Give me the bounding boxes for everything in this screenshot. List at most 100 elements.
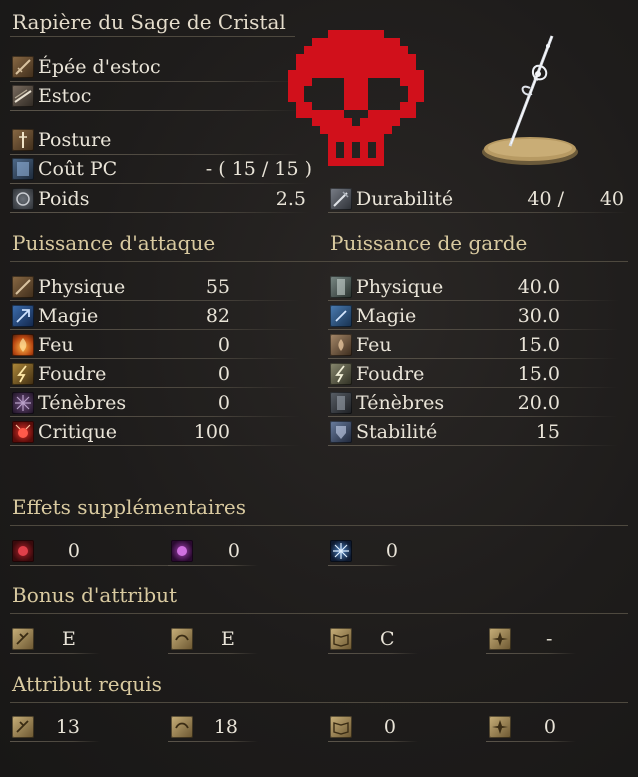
weight-value: 2.5: [275, 188, 306, 210]
dark-attack-icon: [12, 392, 34, 414]
faith-icon: [489, 628, 511, 650]
requirement-value-strength: 13: [55, 716, 80, 738]
title-divider: [10, 36, 295, 37]
row-divider: [10, 416, 300, 417]
lightning-attack-icon: [12, 363, 34, 385]
guard-value-dark: 20.0: [517, 392, 560, 414]
guard-label-lightning: Foudre: [356, 363, 425, 385]
row-divider: [486, 741, 576, 742]
row-divider: [10, 329, 300, 330]
effect-value-frost: 0: [385, 540, 398, 562]
row-divider: [328, 212, 628, 213]
bonus-value-faith: -: [546, 628, 553, 650]
row-divider: [328, 653, 418, 654]
guard-value-lightning: 15.0: [517, 363, 560, 385]
row-divider: [10, 154, 300, 155]
guard-value-magic: 30.0: [517, 305, 560, 327]
row-divider: [328, 329, 618, 330]
section-divider: [10, 525, 628, 526]
bonus-header: Bonus d'attribut: [12, 583, 178, 607]
effect-value-poison: 0: [227, 540, 240, 562]
attack-label-dark: Ténèbres: [38, 392, 127, 414]
skill-icon: [12, 129, 34, 151]
row-divider: [168, 741, 258, 742]
section-divider: [10, 702, 628, 703]
row-divider: [10, 653, 100, 654]
requirements-header: Attribut requis: [12, 672, 162, 696]
durability-max: 40: [599, 188, 624, 210]
attack-value-lightning: 0: [217, 363, 230, 385]
strength-requirement-icon: [12, 716, 34, 738]
skill-label: Posture: [38, 129, 112, 151]
weapon-title: Rapière du Sage de Cristal: [12, 10, 286, 34]
row-divider: [10, 81, 300, 82]
frost-icon: [330, 540, 352, 562]
guard-value-fire: 15.0: [517, 334, 560, 356]
requirement-value-dexterity: 18: [213, 716, 238, 738]
fp-cost-label: Coût PC: [38, 158, 118, 180]
bonus-value-dexterity: E: [221, 628, 235, 650]
bonus-value-intelligence: C: [380, 628, 395, 650]
dexterity-icon: [171, 628, 193, 650]
physical-guard-icon: [330, 276, 352, 298]
row-divider: [328, 358, 618, 359]
attack-type-icon: [12, 85, 34, 107]
attack-value-fire: 0: [217, 334, 230, 356]
row-divider: [10, 445, 300, 446]
stability-icon: [330, 421, 352, 443]
fire-guard-icon: [330, 334, 352, 356]
poison-icon: [171, 540, 193, 562]
section-divider: [10, 261, 628, 262]
fire-attack-icon: [12, 334, 34, 356]
row-divider: [168, 565, 258, 566]
guard-label-fire: Feu: [356, 334, 392, 356]
attack-label-magic: Magie: [38, 305, 99, 327]
weapon-type-icon: [12, 56, 34, 78]
attack-label-physical: Physique: [38, 276, 126, 298]
guard-value-physical: 40.0: [517, 276, 560, 298]
row-divider: [168, 653, 258, 654]
intelligence-requirement-icon: [330, 716, 352, 738]
guard-header: Puissance de garde: [330, 231, 528, 255]
effect-value-bleed: 0: [67, 540, 80, 562]
weight-icon: [12, 188, 34, 210]
requirement-value-intelligence: 0: [383, 716, 396, 738]
attack-type-label: Estoc: [38, 85, 92, 107]
row-divider: [10, 300, 300, 301]
red-pixel-skull-icon: [288, 30, 424, 166]
durability-label: Durabilité: [356, 188, 454, 210]
magic-attack-icon: [12, 305, 34, 327]
guard-value-stability: 15: [535, 421, 560, 443]
row-divider: [486, 653, 576, 654]
bonus-value-strength: E: [62, 628, 76, 650]
row-divider: [328, 416, 618, 417]
fp-cost-icon: [12, 158, 34, 180]
attack-value-physical: 55: [205, 276, 230, 298]
row-divider: [10, 387, 300, 388]
row-divider: [328, 387, 618, 388]
row-divider: [10, 212, 310, 213]
magic-guard-icon: [330, 305, 352, 327]
guard-label-dark: Ténèbres: [356, 392, 445, 414]
row-divider: [328, 300, 618, 301]
attack-value-magic: 82: [205, 305, 230, 327]
row-divider: [328, 445, 618, 446]
attack-value-critical: 100: [193, 421, 230, 443]
bleed-icon: [12, 540, 34, 562]
attack-label-lightning: Foudre: [38, 363, 107, 385]
requirement-value-faith: 0: [543, 716, 556, 738]
attack-label-critical: Critique: [38, 421, 118, 443]
crystal-rapier-icon: [478, 28, 582, 172]
intelligence-icon: [330, 628, 352, 650]
guard-label-magic: Magie: [356, 305, 417, 327]
attack-value-dark: 0: [217, 392, 230, 414]
lightning-guard-icon: [330, 363, 352, 385]
row-divider: [10, 358, 300, 359]
guard-label-physical: Physique: [356, 276, 444, 298]
row-divider: [10, 183, 310, 184]
dark-guard-icon: [330, 392, 352, 414]
weight-label: Poids: [38, 188, 90, 210]
row-divider: [328, 741, 418, 742]
dexterity-requirement-icon: [171, 716, 193, 738]
row-divider: [10, 741, 100, 742]
